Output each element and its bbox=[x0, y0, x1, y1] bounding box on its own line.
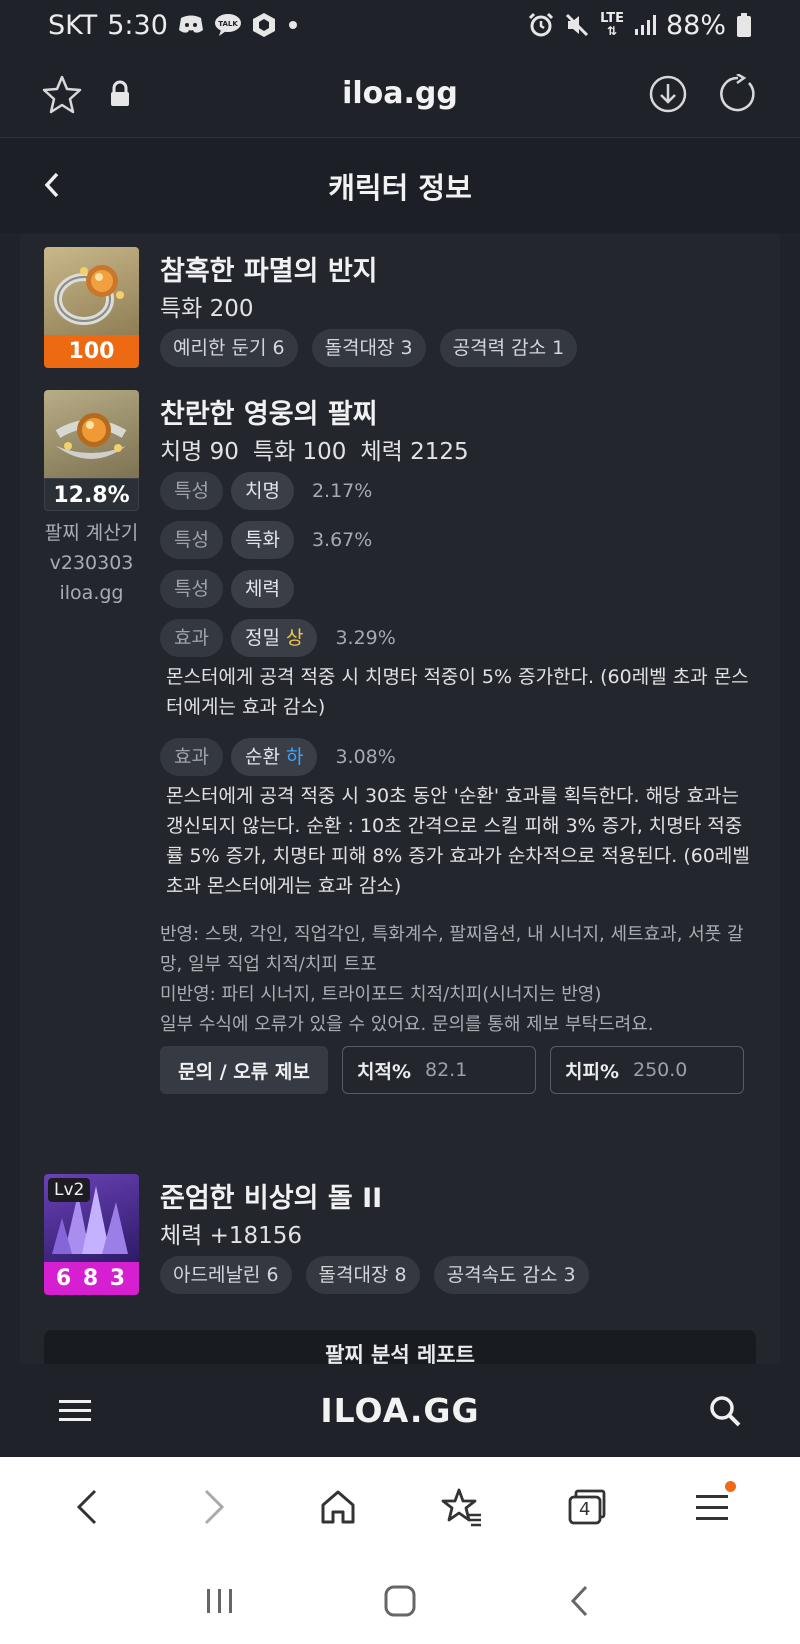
grade-low: 하 bbox=[285, 746, 304, 768]
ring-icon bbox=[54, 265, 124, 325]
engraving-chip: 공격력 감소 1 bbox=[439, 329, 578, 367]
crit-damage-field[interactable]: 치피% 250.0 bbox=[550, 1046, 744, 1094]
item-name: 참혹한 파멸의 반지 bbox=[160, 256, 378, 287]
clock: 5:30 bbox=[107, 9, 168, 41]
effect-value: 2.17% bbox=[311, 480, 373, 502]
effect-value: 3.67% bbox=[311, 529, 373, 551]
bookmarks-icon[interactable] bbox=[432, 1477, 492, 1537]
effect-description: 몬스터에게 공격 적중 시 30초 동안 '순환' 효과를 획득한다. 해당 효… bbox=[166, 785, 750, 897]
page-title: 캐릭터 정보 bbox=[328, 171, 472, 205]
crit-rate-value: 82.1 bbox=[425, 1059, 468, 1081]
lte-icon: LTE ⇅ bbox=[600, 11, 624, 38]
bracelet-thumbnail bbox=[44, 390, 139, 478]
grade-high: 상 bbox=[285, 627, 304, 649]
back-chevron-icon[interactable] bbox=[30, 163, 74, 207]
engraving-chip: 돌격대장 8 bbox=[305, 1256, 420, 1294]
effect-name: 치명 bbox=[230, 472, 294, 510]
stone-badge: 6 8 3 bbox=[44, 1262, 139, 1295]
effect-name-with-grade: 정밀 상 bbox=[230, 619, 318, 657]
back-icon[interactable] bbox=[58, 1477, 118, 1537]
crit-rate-label: 치적% bbox=[357, 1060, 411, 1083]
discord-icon bbox=[178, 14, 204, 36]
effect-kind: 특성 bbox=[160, 521, 223, 559]
engraving-list: 예리한 둔기 6 돌격대장 3 공격력 감소 1 bbox=[160, 329, 578, 367]
cube-icon bbox=[252, 12, 276, 38]
crit-rate-field[interactable]: 치적% 82.1 bbox=[342, 1046, 536, 1094]
crit-damage-label: 치피% bbox=[565, 1060, 619, 1083]
menu-icon[interactable] bbox=[682, 1477, 742, 1537]
effect-row: 효과 정밀 상 3.29% bbox=[160, 619, 396, 657]
report-error-button[interactable]: 문의 / 오류 제보 bbox=[160, 1046, 328, 1094]
item-stats: 특화 200 bbox=[160, 296, 254, 322]
quality-badge: 100 bbox=[44, 335, 139, 368]
effect-row: 효과 순환 하 3.08% bbox=[160, 738, 396, 776]
effect-name: 특화 bbox=[230, 521, 294, 559]
effect-kind: 특성 bbox=[160, 472, 223, 510]
system-nav-bar bbox=[0, 1557, 800, 1644]
kakaotalk-icon: TALK bbox=[214, 13, 242, 37]
effect-kind: 효과 bbox=[160, 619, 223, 657]
engraving-chip: 공격속도 감소 3 bbox=[433, 1256, 589, 1294]
effect-row: 특성 특화 3.67% bbox=[160, 521, 372, 559]
bookmark-star-icon[interactable] bbox=[40, 72, 84, 116]
dot-icon bbox=[286, 18, 300, 32]
effect-row: 특성 치명 2.17% bbox=[160, 472, 372, 510]
home-icon[interactable] bbox=[308, 1477, 368, 1537]
search-icon[interactable] bbox=[702, 1388, 748, 1434]
crit-damage-value: 250.0 bbox=[633, 1059, 688, 1081]
notification-dot bbox=[724, 1481, 736, 1492]
tab-count: 4 bbox=[578, 1499, 591, 1520]
engraving-chip: 돌격대장 3 bbox=[311, 329, 426, 367]
lock-icon[interactable] bbox=[98, 72, 142, 116]
battery-percent: 88% bbox=[665, 9, 726, 41]
battery-icon bbox=[736, 12, 752, 38]
bracelet-icon bbox=[55, 413, 127, 459]
site-footer-bar: ILOA.GG bbox=[0, 1364, 800, 1457]
calculator-notes: 반영: 스탯, 각인, 직업각인, 특화계수, 팔찌옵션, 내 시너지, 세트효… bbox=[160, 924, 744, 1035]
item-stats: 체력 +18156 bbox=[160, 1223, 303, 1249]
effect-kind: 특성 bbox=[160, 570, 223, 608]
browser-nav-bar: 4 bbox=[0, 1457, 800, 1557]
download-icon[interactable] bbox=[646, 72, 690, 116]
content-panel: 100 참혹한 파멸의 반지 특화 200 예리한 둔기 6 돌격대장 3 공격… bbox=[20, 234, 780, 1364]
item-stats: 치명 90 특화 100 체력 2125 bbox=[160, 439, 469, 465]
effect-value: 3.29% bbox=[335, 627, 396, 649]
effect-value: 3.08% bbox=[335, 746, 396, 768]
hamburger-menu-icon[interactable] bbox=[52, 1388, 98, 1434]
effect-row: 특성 체력 bbox=[160, 570, 294, 608]
svg-text:TALK: TALK bbox=[218, 20, 238, 28]
efficiency-badge: 12.8% bbox=[44, 478, 139, 511]
reload-icon[interactable] bbox=[716, 72, 760, 116]
calculator-caption: 팔찌 계산기 v230303 iloa.gg bbox=[44, 522, 139, 604]
accessory-item-bracelet[interactable]: 12.8% 팔찌 계산기 v230303 iloa.gg 찬란한 영웅의 팔찌 … bbox=[44, 390, 756, 1110]
mute-icon bbox=[564, 12, 590, 38]
system-back-icon[interactable] bbox=[550, 1571, 610, 1631]
site-logo[interactable]: ILOA.GG bbox=[320, 1391, 479, 1430]
ring-thumbnail bbox=[44, 247, 139, 335]
engraving-list: 아드레날린 6 돌격대장 8 공격속도 감소 3 bbox=[160, 1256, 589, 1294]
alarm-icon bbox=[528, 12, 554, 38]
effect-name: 체력 bbox=[230, 570, 294, 608]
item-name: 찬란한 영웅의 팔찌 bbox=[160, 399, 378, 430]
effect-name-with-grade: 순환 하 bbox=[230, 738, 318, 776]
recent-apps-icon[interactable] bbox=[190, 1571, 250, 1631]
browser-url-bar: iloa.gg bbox=[0, 50, 800, 138]
stone-thumbnail: Lv2 bbox=[44, 1174, 139, 1262]
bracelet-report-button[interactable]: 팔찌 분석 레포트 bbox=[44, 1330, 756, 1364]
engraving-chip: 예리한 둔기 6 bbox=[160, 329, 298, 367]
carrier-label: SKT bbox=[48, 9, 98, 41]
stone-level: Lv2 bbox=[48, 1178, 91, 1202]
page-header: 캐릭터 정보 bbox=[0, 139, 800, 233]
forward-icon[interactable] bbox=[183, 1477, 243, 1537]
home-button-icon[interactable] bbox=[370, 1571, 430, 1631]
engraving-chip: 아드레날린 6 bbox=[160, 1256, 292, 1294]
effect-description: 몬스터에게 공격 적중 시 치명타 적중이 5% 증가한다. (60레벨 초과 … bbox=[166, 666, 749, 718]
effect-kind: 효과 bbox=[160, 738, 223, 776]
tabs-icon[interactable]: 4 bbox=[557, 1477, 617, 1537]
signal-icon bbox=[634, 14, 656, 36]
status-bar: SKT 5:30 TALK LTE ⇅ 88% bbox=[0, 0, 800, 50]
item-name: 준엄한 비상의 돌 II bbox=[160, 1183, 383, 1214]
